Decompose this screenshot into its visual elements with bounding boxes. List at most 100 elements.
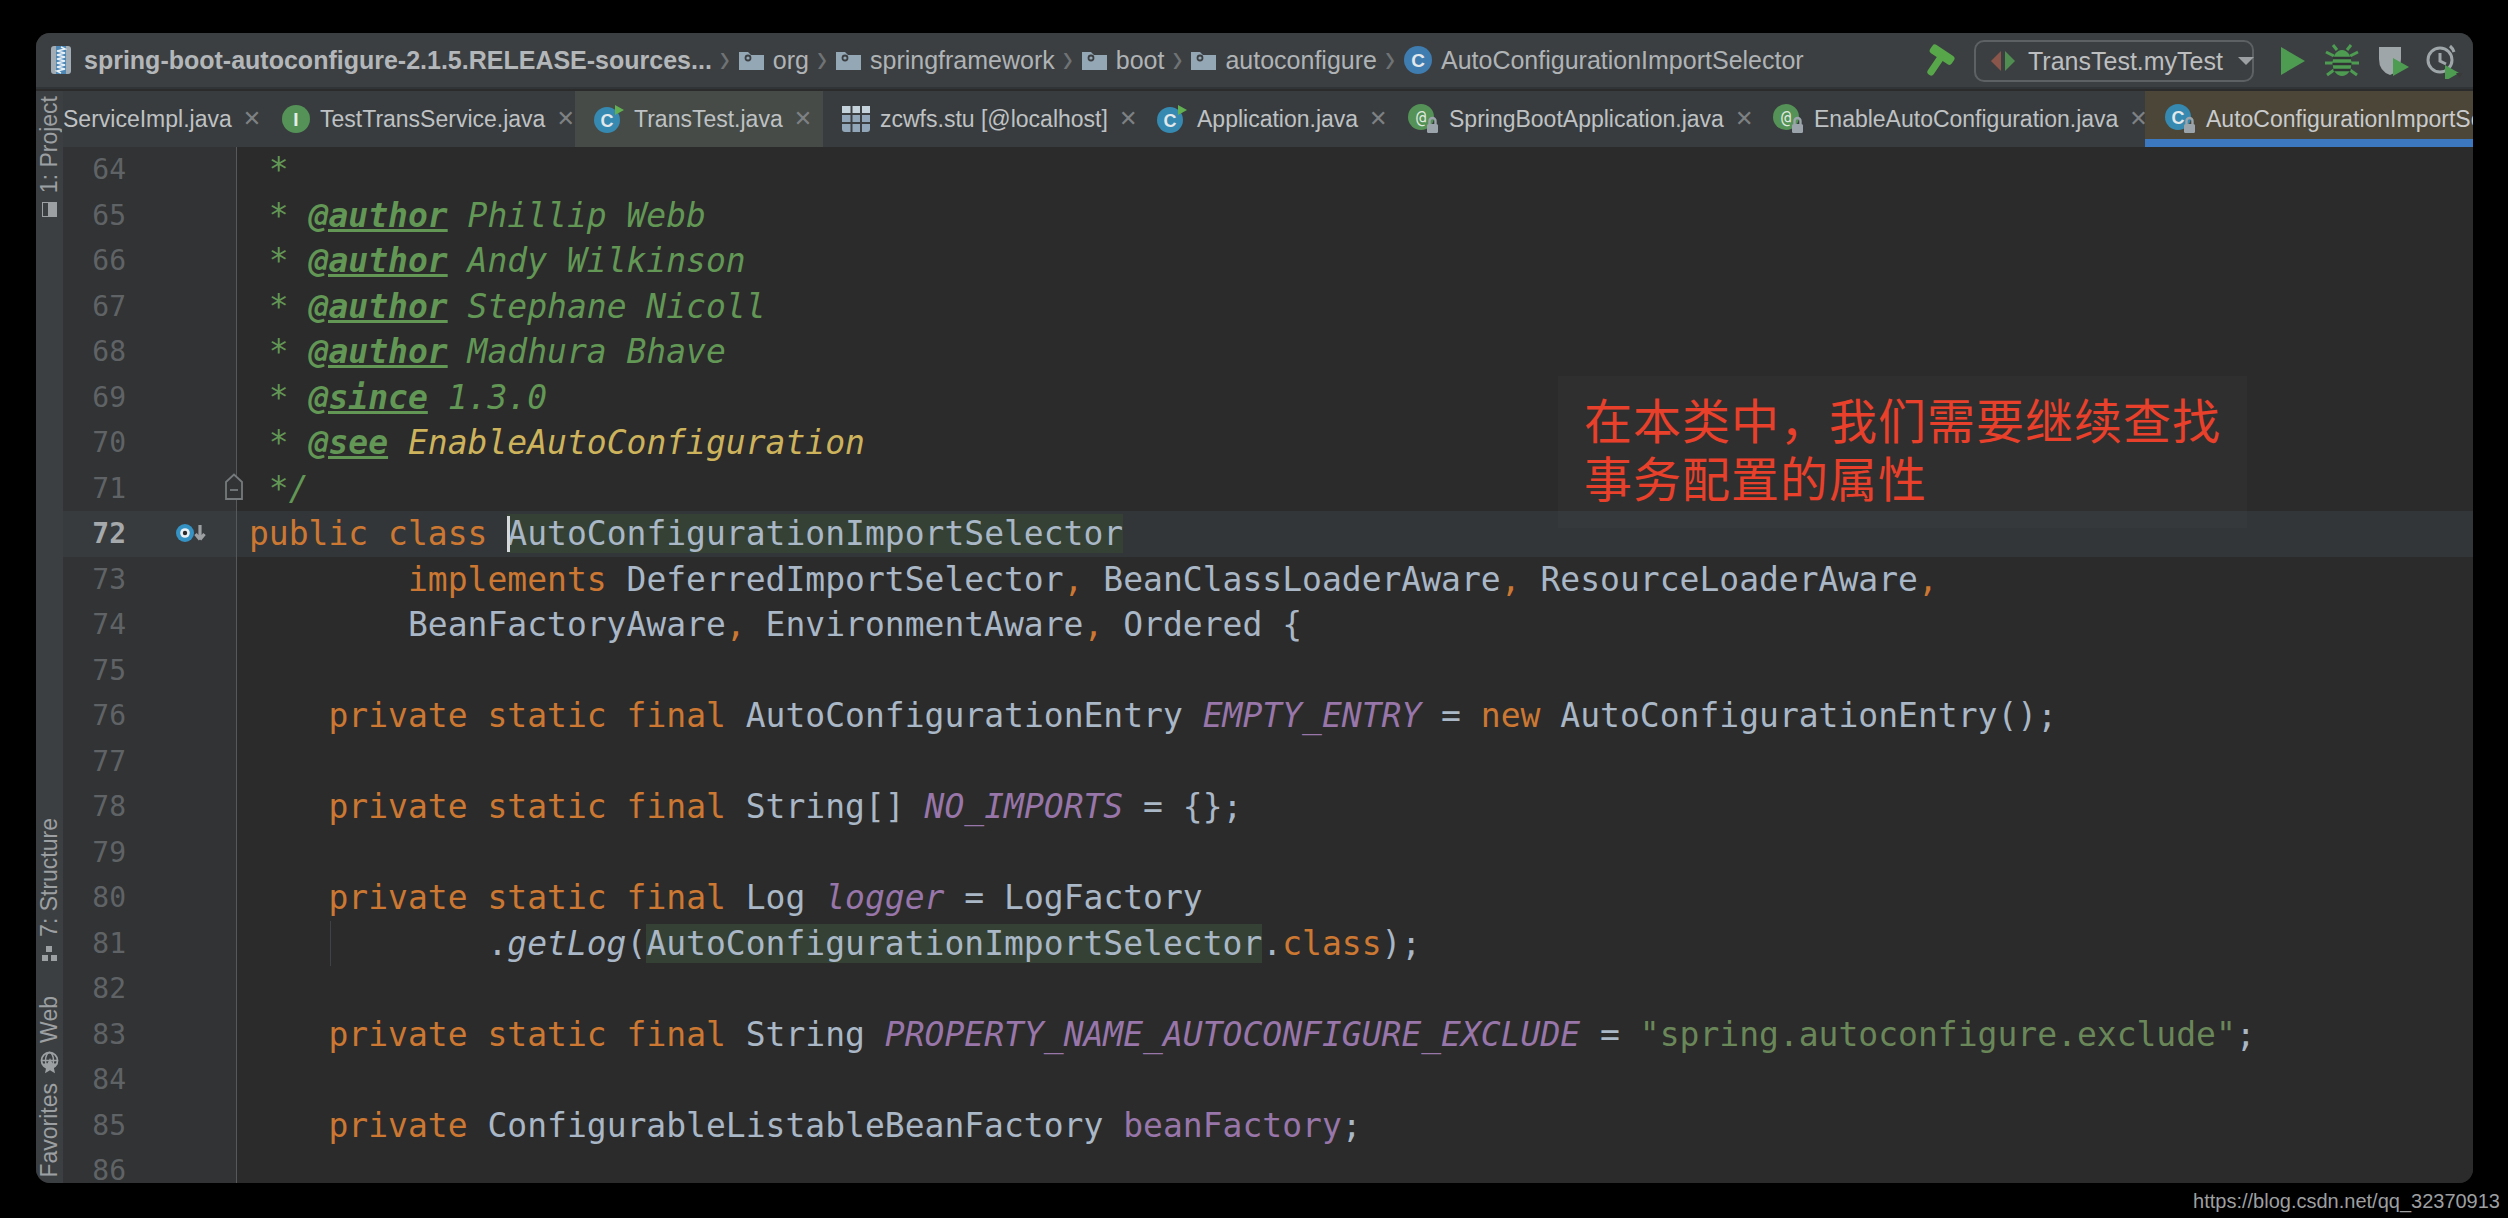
coverage-icon[interactable] [2375, 33, 2411, 89]
tool-window-stripe: 1: Project7: StructureWebFavorites [36, 91, 63, 1183]
watermark: https://blog.csdn.net/qq_32370913 [2193, 1190, 2500, 1213]
line-number[interactable]: 84 [63, 1057, 237, 1103]
override-gutter-icon[interactable] [173, 518, 215, 548]
breadcrumb-item[interactable]: autoconfigure [1190, 46, 1377, 75]
line-number[interactable]: 81 [63, 921, 237, 967]
line-number[interactable]: 86 [63, 1148, 237, 1183]
code-line: 84 [63, 1057, 2473, 1103]
code-line: 77 [63, 739, 2473, 785]
line-number[interactable]: 77 [63, 739, 237, 785]
annotation-lock-icon: @ [1406, 103, 1440, 135]
breadcrumb-item[interactable]: org [738, 46, 809, 75]
close-icon[interactable]: ✕ [794, 106, 812, 132]
code-line: 83 private static final String PROPERTY_… [63, 1012, 2473, 1058]
run-config-icon [1988, 48, 2018, 74]
editor-tab[interactable]: ITestTransService.java✕ [263, 91, 575, 147]
structure-icon [41, 945, 58, 962]
code-editor[interactable]: 64 *65 * @author Phillip Webb66 * @autho… [63, 147, 2473, 1183]
close-icon[interactable]: ✕ [243, 106, 261, 132]
line-number[interactable]: 70 [63, 420, 237, 466]
editor-tab[interactable]: CAutoConfigurationImportSele [2145, 91, 2473, 147]
breadcrumb-item[interactable]: CAutoConfigurationImportSelector [1403, 45, 1804, 75]
build-hammer-icon[interactable] [1920, 33, 1958, 89]
profiler-icon[interactable] [2423, 33, 2463, 89]
line-number[interactable]: 68 [63, 329, 237, 375]
line-number[interactable]: 83 [63, 1012, 237, 1058]
svg-text:C: C [2172, 108, 2185, 128]
close-icon[interactable]: ✕ [1735, 106, 1753, 132]
breadcrumb-separator: › [1172, 35, 1182, 81]
svg-text:C: C [601, 111, 614, 131]
line-number[interactable]: 75 [63, 648, 237, 694]
code-line: 76 private static final AutoConfiguratio… [63, 693, 2473, 739]
line-number[interactable]: 76 [63, 693, 237, 739]
indent-guide [330, 921, 331, 967]
breadcrumb-root[interactable]: spring-boot-autoconfigure-2.1.5.RELEASE-… [74, 46, 712, 75]
project-icon [41, 201, 58, 218]
folder-icon [1190, 49, 1217, 71]
editor-tabs: ServiceImpl.java✕ITestTransService.java✕… [36, 91, 2473, 147]
chevron-down-icon [2237, 55, 2255, 67]
editor-tab[interactable]: zcwfs.stu [@localhost]✕ [823, 91, 1138, 147]
code-line: 66 * @author Andy Wilkinson [63, 238, 2473, 284]
line-number[interactable]: 78 [63, 784, 237, 830]
svg-text:C: C [1164, 111, 1177, 131]
svg-text:C: C [1411, 50, 1425, 71]
line-number[interactable]: 85 [63, 1103, 237, 1149]
line-number[interactable]: 65 [63, 193, 237, 239]
tool-window-button[interactable]: 7: Structure [36, 818, 63, 962]
line-number[interactable]: 66 [63, 238, 237, 284]
code-line: 82 [63, 966, 2473, 1012]
editor-tab[interactable]: ServiceImpl.java✕ [36, 91, 263, 147]
class-icon: C [1403, 45, 1433, 75]
code-line: 80 private static final Log logger = Log… [63, 875, 2473, 921]
breadcrumb-separator: › [720, 35, 730, 81]
code-line: 85 private ConfigurableListableBeanFacto… [63, 1103, 2473, 1149]
folder-icon [738, 49, 765, 71]
table-icon [841, 105, 871, 133]
breadcrumb-item[interactable]: boot [1081, 46, 1165, 75]
debug-icon[interactable] [2323, 33, 2361, 89]
editor-tab[interactable]: @SpringBootApplication.java✕ [1388, 91, 1753, 147]
code-line: 79 [63, 830, 2473, 876]
line-number[interactable]: 74 [63, 602, 237, 648]
breadcrumb-item[interactable]: springframework [835, 46, 1055, 75]
code-line: 78 private static final String[] NO_IMPO… [63, 784, 2473, 830]
run-configuration-select[interactable]: TransTest.myTest [1974, 40, 2254, 82]
code-line: 68 * @author Madhura Bhave [63, 329, 2473, 375]
editor-tab[interactable]: @EnableAutoConfiguration.java✕ [1753, 91, 2145, 147]
breadcrumb-separator: › [1063, 35, 1073, 81]
code-line: 65 * @author Phillip Webb [63, 193, 2473, 239]
code-line: 74 BeanFactoryAware, EnvironmentAware, O… [63, 602, 2473, 648]
svg-text:@: @ [1781, 107, 1791, 127]
code-line: 64 * [63, 147, 2473, 193]
line-number[interactable]: 71 [63, 466, 237, 512]
fold-marker-icon[interactable] [223, 472, 245, 502]
annotation-lock-icon: @ [1771, 103, 1805, 135]
folder-icon [1081, 49, 1108, 71]
line-number[interactable]: 64 [63, 147, 237, 193]
line-number[interactable]: 80 [63, 875, 237, 921]
text-caret [507, 516, 510, 552]
code-line: 75 [63, 648, 2473, 694]
line-number[interactable]: 73 [63, 557, 237, 603]
line-number[interactable]: 79 [63, 830, 237, 876]
tool-window-button[interactable]: Favorites [36, 1057, 63, 1178]
line-number[interactable]: 69 [63, 375, 237, 421]
tool-window-button[interactable]: 1: Project [36, 96, 63, 218]
class-lock-icon: C [2163, 103, 2197, 135]
code-line: 86 [63, 1148, 2473, 1183]
close-icon[interactable]: ✕ [1369, 106, 1387, 132]
close-icon[interactable]: ✕ [556, 106, 574, 132]
editor-tab[interactable]: CApplication.java✕ [1138, 91, 1388, 147]
close-icon[interactable]: ✕ [2129, 106, 2145, 132]
code-line: 67 * @author Stephane Nicoll [63, 284, 2473, 330]
code-line: 81 .getLog(AutoConfigurationImportSelect… [63, 921, 2473, 967]
line-number[interactable]: 67 [63, 284, 237, 330]
run-icon[interactable] [2278, 33, 2308, 89]
ide-window: spring-boot-autoconfigure-2.1.5.RELEASE-… [36, 33, 2473, 1183]
run-toolbar: TransTest.myTest [1920, 33, 2473, 89]
close-icon[interactable]: ✕ [1119, 106, 1137, 132]
editor-tab[interactable]: CTransTest.java✕ [575, 91, 823, 147]
line-number[interactable]: 82 [63, 966, 237, 1012]
